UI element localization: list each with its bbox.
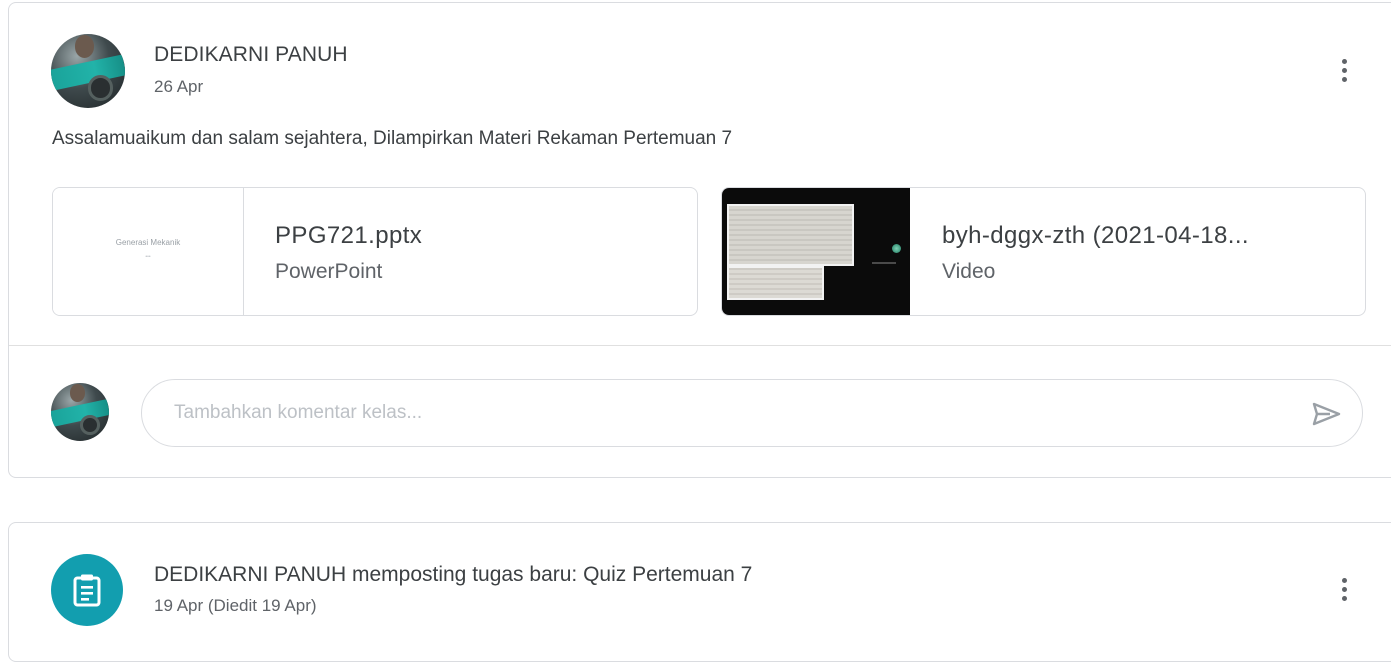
assignment-date: 19 Apr (Diedit 19 Apr): [154, 596, 317, 615]
comment-input[interactable]: [172, 401, 1276, 425]
comment-box[interactable]: [141, 379, 1363, 447]
user-avatar: [51, 383, 109, 441]
stream-post-card: DEDIKARNI PANUH 26 Apr Assalamuaikum dan…: [8, 2, 1391, 478]
video-thumbnail: [722, 188, 910, 315]
attachment-type: PowerPoint: [275, 260, 383, 283]
assignment-card[interactable]: DEDIKARNI PANUH memposting tugas baru: Q…: [8, 522, 1391, 662]
attachment-type: Video: [942, 260, 996, 283]
attachment-pptx[interactable]: Generasi Mekanik ••• PPG721.pptx PowerPo…: [52, 187, 698, 316]
assignment-more-options-button[interactable]: [1324, 569, 1364, 609]
attachment-title: byh-dggx-zth (2021-04-18...: [942, 222, 1249, 249]
attachment-video[interactable]: byh-dggx-zth (2021-04-18... Video: [721, 187, 1366, 316]
assignment-icon: [51, 554, 123, 626]
send-button[interactable]: [1308, 396, 1344, 432]
slide-thumbnail: Generasi Mekanik •••: [53, 188, 244, 315]
post-author-name: DEDIKARNI PANUH: [154, 43, 348, 66]
post-more-options-button[interactable]: [1324, 50, 1364, 90]
more-vert-icon: [1341, 577, 1347, 583]
author-avatar[interactable]: [51, 34, 125, 108]
more-vert-icon: [1341, 58, 1347, 64]
attachment-title: PPG721.pptx: [275, 222, 423, 249]
post-body-text: Assalamuaikum dan salam sejahtera, Dilam…: [52, 128, 733, 149]
assignment-title[interactable]: DEDIKARNI PANUH memposting tugas baru: Q…: [154, 563, 752, 587]
comment-divider: [9, 345, 1391, 346]
slide-thumbnail-title: Generasi Mekanik: [115, 238, 181, 247]
post-date: 26 Apr: [154, 77, 204, 96]
send-icon: [1312, 402, 1341, 426]
